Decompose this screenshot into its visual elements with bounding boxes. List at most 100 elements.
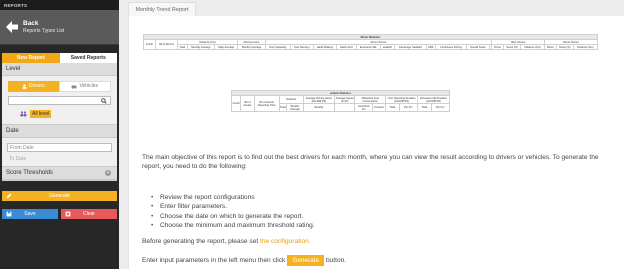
score-thresholds-panel[interactable]: Score Thresholds + (2, 167, 117, 181)
v-col-liters: Liters/100 Km (354, 103, 374, 112)
col-continuous-driving: Continuous Driving (435, 44, 467, 50)
drivers-toggle[interactable]: Drivers (8, 81, 59, 92)
col-excessive-idle: Excessive Idle (355, 44, 381, 50)
expand-icon[interactable]: + (105, 170, 111, 176)
vehicles-icon (71, 85, 77, 89)
col-over-revving: Over Revving (289, 44, 314, 50)
v-col-od-total: Total (385, 103, 400, 112)
save-button[interactable]: Save (2, 209, 58, 219)
col-total: Total (177, 44, 188, 50)
col-monthly-average: Monthly Average (186, 44, 216, 50)
app-root: REPORTS Back Reports Types List New Repo… (0, 0, 624, 269)
col-worst-driver: Driver (544, 44, 557, 50)
step-item: Choose the minimum and maximum threshold… (151, 221, 551, 230)
save-icon (6, 211, 12, 217)
tab-saved-reports[interactable]: Saved Reports (59, 53, 117, 63)
group-icon (20, 111, 27, 117)
col-over-speeding: Over Speeding (264, 44, 291, 50)
tab-monthly-trend-report[interactable]: Monthly Trend Report (128, 2, 196, 16)
inline-generate-button[interactable]: Generate (287, 255, 324, 266)
v-over-speeding-header: Over Speeding Duration (HH:MM:SS) (385, 95, 419, 104)
save-label: Save (24, 211, 36, 217)
step-item: Enter filter parameters. (151, 202, 551, 211)
v-avg-driving-hours-header: Average Driving Hours (HH:MM:SS) (302, 95, 336, 104)
tab-new-report[interactable]: New Report (2, 53, 60, 63)
action-buttons: Save Clear (2, 209, 117, 219)
report-tabs: New Report Saved Reports (2, 53, 117, 63)
report-description: The main objective of this report is to … (142, 154, 599, 171)
col-driving-hours-avg: Monthly Average (237, 44, 266, 50)
configuration-link[interactable]: the configuration. (260, 238, 311, 245)
clear-label: Clear (83, 211, 95, 217)
vehicles-toggle[interactable]: Vehicles (58, 81, 111, 92)
enter-text-1: Enter input parameters in the left menu … (142, 257, 286, 264)
v-nb-assets-header: Nb of Assets (240, 95, 255, 112)
v-avg-speed-header: Average Speed (km/h) (333, 95, 356, 104)
score-thresholds-label: Score Thresholds (6, 170, 53, 176)
v-nb-assets-reporting-header: Nb of Assets Reporting Total (253, 95, 280, 112)
all-level-label: All level (30, 110, 52, 118)
back-arrow-icon (6, 21, 18, 33)
v-col-km-liter: Km/Liter (372, 103, 387, 112)
col-best-distance: Distance (Km) (520, 44, 546, 50)
generate-label: Generate (49, 193, 70, 199)
report-content: Driver Statistics month Nb of Drivers Di… (128, 16, 624, 269)
to-date-input[interactable]: To Date (7, 156, 112, 162)
date-title: Date (2, 125, 117, 138)
col-daily-average: Daily Average (214, 44, 239, 50)
enter-text-2: button. (325, 257, 347, 264)
clear-button[interactable]: Clear (61, 209, 117, 219)
back-button[interactable]: Back Reports Types List (0, 10, 119, 45)
before-text: Before generating the report, please set (142, 238, 259, 245)
back-title: Back (23, 20, 39, 27)
v-col-speed-blank (333, 103, 356, 112)
col-abs: ABS (425, 44, 437, 50)
main-area: Monthly Trend Report Driver Statistics m… (124, 2, 624, 269)
step-item: Review the report configurations (151, 193, 551, 202)
enter-parameters-text: Enter input parameters in the left menu … (142, 255, 346, 266)
steps-list: Review the report configurations Enter f… (151, 193, 551, 231)
v-distance-header: Distance (278, 95, 304, 104)
col-overall-score: Overall Score (465, 44, 490, 50)
before-generating-text: Before generating the report, please set… (142, 238, 311, 245)
col-best-score: Score (%) (502, 44, 522, 50)
from-date-input[interactable]: From Date (7, 143, 112, 152)
v-col-monthly: Monthly (302, 103, 336, 112)
col-worst-score: Score (%) (555, 44, 575, 50)
month-header: month (143, 39, 156, 50)
col-harsh-braking: Harsh Braking (312, 44, 338, 50)
vehicle-statistics-table: vehicle Statistics month Nb of Assets Nb… (230, 90, 450, 112)
sidebar: REPORTS Back Reports Types List New Repo… (0, 0, 119, 269)
col-seatbelt: seatbelt (379, 44, 395, 50)
v-month-header: month (230, 95, 242, 112)
sidebar-header: REPORTS (0, 0, 119, 10)
step-item: Choose the date on which to generate the… (151, 212, 551, 221)
v-col-total: Total (278, 103, 288, 112)
driver-statistics-table: Driver Statistics month Nb of Drivers Di… (143, 34, 598, 50)
level-toggle: Drivers Vehicles (8, 81, 111, 92)
drivers-icon (22, 84, 27, 89)
v-col-ei-total: Total (417, 103, 432, 112)
drivers-label: Drivers (28, 83, 45, 89)
level-title: Level (2, 63, 117, 76)
col-harsh-acc: Harsh ACC (336, 44, 357, 50)
v-col-ei-per-km: Per Km (430, 103, 450, 112)
score-thresholds-title: Score Thresholds + (2, 167, 117, 180)
v-col-od-per-km: Per Km (398, 103, 419, 112)
pencil-icon (6, 193, 12, 199)
level-panel: Level Drivers Vehicles All level (2, 63, 117, 125)
date-panel: Date From Date To Date (2, 125, 117, 167)
vehicles-label: Vehicles (79, 83, 99, 89)
col-best-driver: Driver (491, 44, 504, 50)
level-search-input[interactable] (8, 96, 111, 105)
v-fuel-header: Measured Fuel Consumption (354, 95, 387, 104)
col-worst-distance: Distance (Km) (573, 44, 598, 50)
nb-drivers-header: Nb of Drivers (154, 39, 179, 50)
all-level-item[interactable]: All level (8, 110, 111, 118)
search-icon (101, 98, 107, 104)
col-passenger-seatbelt: Passenger Seatbelt (393, 44, 427, 50)
back-subtitle: Reports Types List (23, 28, 65, 34)
generate-button[interactable]: Generate (2, 191, 117, 201)
v-col-monthly-average: Monthly Average (285, 103, 304, 112)
v-excessive-idle-header: Excessive Idle Duration (HH:MM:SS) (417, 95, 450, 104)
